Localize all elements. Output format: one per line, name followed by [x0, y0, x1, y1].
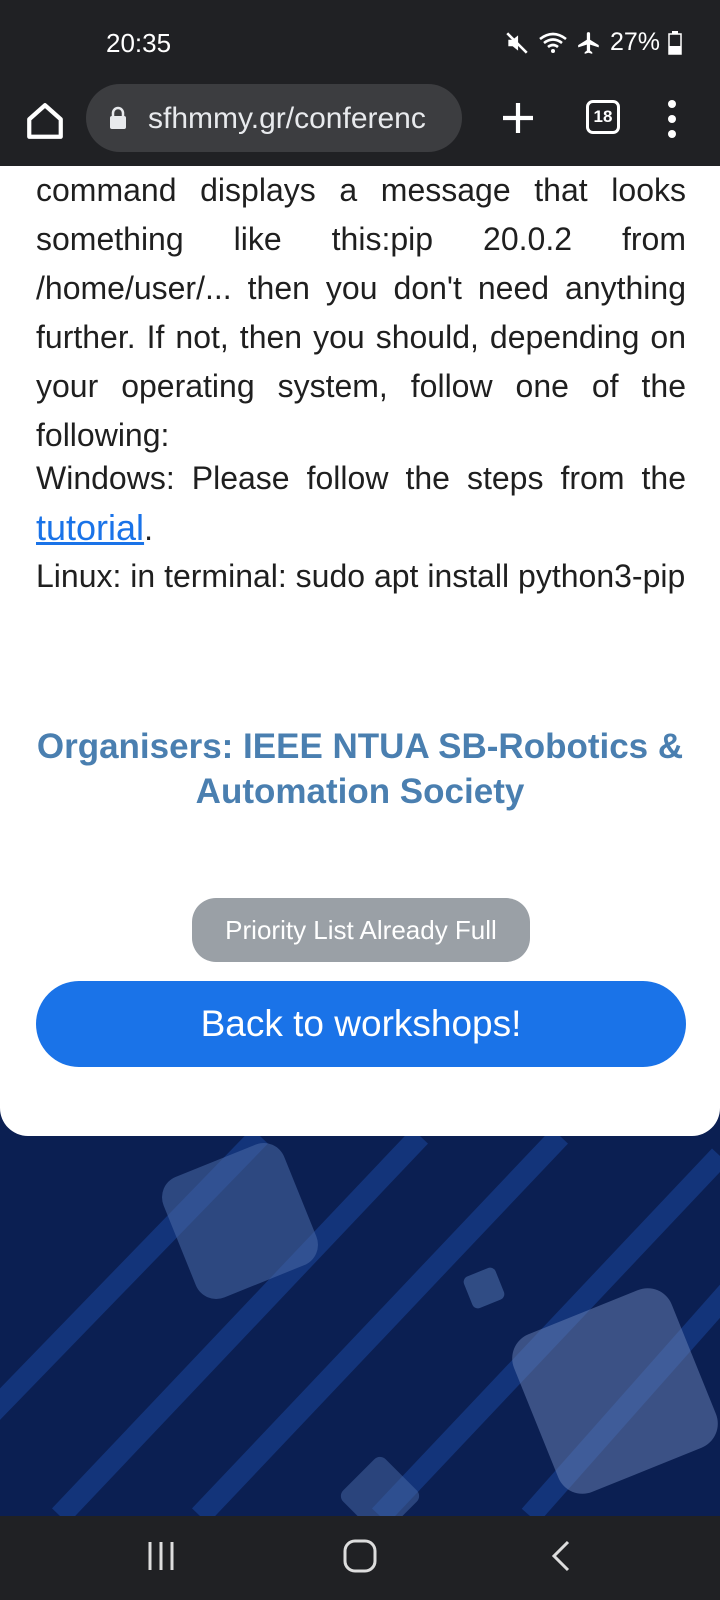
- browser-toolbar: sfhmmy.gr/conferenc 18: [0, 84, 720, 168]
- decorative-background: [0, 1136, 720, 1516]
- home-icon[interactable]: [24, 100, 66, 142]
- organisers-heading: Organisers: IEEE NTUA SB-Robotics & Auto…: [36, 727, 684, 811]
- address-bar[interactable]: sfhmmy.gr/conferenc: [86, 84, 462, 152]
- back-icon[interactable]: [548, 1538, 572, 1574]
- home-nav-icon[interactable]: [342, 1538, 378, 1574]
- mute-icon: [506, 31, 528, 54]
- tabs-icon[interactable]: 18: [586, 100, 620, 134]
- paragraph-linux: Linux: in terminal: sudo apt install pyt…: [36, 558, 686, 594]
- priority-list-button[interactable]: Priority List Already Full: [192, 898, 530, 962]
- back-to-workshops-button[interactable]: Back to workshops!: [36, 981, 686, 1067]
- content-card: command displays a message that looks so…: [0, 166, 720, 1136]
- windows-end: .: [144, 511, 153, 547]
- paragraph-windows: Windows: Please follow the steps from th…: [36, 454, 686, 554]
- airplane-icon: [578, 31, 599, 54]
- plus-icon[interactable]: [500, 100, 536, 136]
- tutorial-link[interactable]: tutorial: [36, 507, 144, 548]
- system-nav-bar: [0, 1516, 720, 1600]
- menu-icon[interactable]: [664, 98, 680, 140]
- status-time: 20:35: [106, 28, 172, 58]
- wifi-icon: [539, 32, 567, 53]
- battery-percent: 27%: [609, 28, 660, 56]
- battery-icon: [668, 30, 682, 55]
- status-icons: 27%: [504, 28, 682, 57]
- windows-text: Windows: Please follow the steps from th…: [36, 460, 686, 496]
- url-text: sfhmmy.gr/conferenc: [148, 102, 426, 135]
- lock-icon: [110, 106, 126, 129]
- paragraph-intro: command displays a message that looks so…: [36, 172, 686, 453]
- status-bar: 20:35 27%: [0, 0, 720, 84]
- recents-icon[interactable]: [146, 1538, 176, 1574]
